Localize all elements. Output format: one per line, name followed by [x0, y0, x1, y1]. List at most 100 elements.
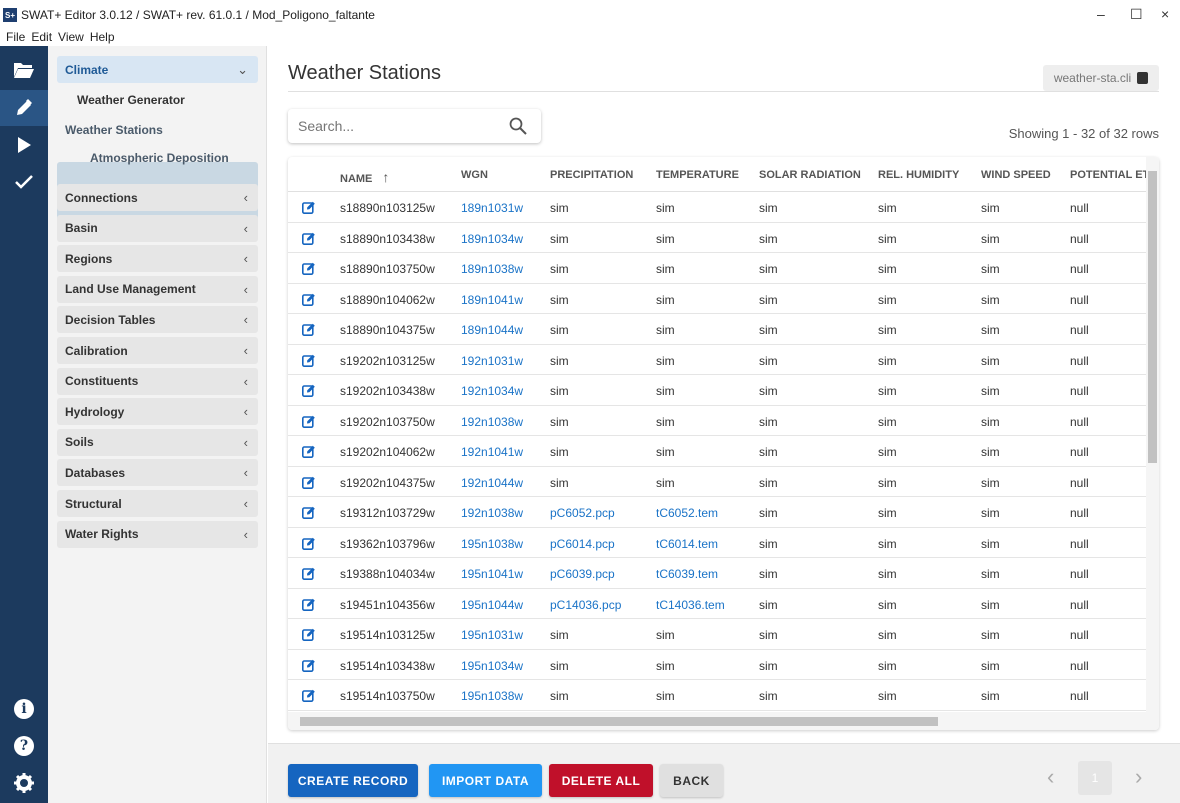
- edit-icon[interactable]: [302, 567, 315, 580]
- nav-weather-generator[interactable]: Weather Generator: [77, 93, 185, 107]
- table-row[interactable]: s19514n103750w 195n1038w sim sim sim sim sim nu…: [288, 680, 1146, 711]
- cell-temperature[interactable]: tC6039.tem: [656, 567, 718, 581]
- cell-precipitation[interactable]: pC6014.pcp: [550, 537, 615, 551]
- edit-pencil-icon[interactable]: [0, 90, 48, 126]
- edit-icon[interactable]: [302, 323, 315, 336]
- column-header-wgn[interactable]: WGN: [461, 169, 488, 181]
- cell-wgn[interactable]: 189n1044w: [461, 323, 523, 337]
- edit-icon[interactable]: [302, 689, 315, 702]
- table-row[interactable]: s19514n103438w 195n1034w sim sim sim sim sim nu…: [288, 650, 1146, 680]
- column-header-solar-radiation[interactable]: SOLAR RADIATION: [759, 169, 861, 181]
- cell-temperature[interactable]: tC14036.tem: [656, 598, 725, 612]
- nav-section-constituents[interactable]: Constituents ‹: [57, 367, 258, 395]
- folder-open-icon[interactable]: [0, 52, 48, 88]
- edit-icon[interactable]: [302, 201, 315, 214]
- cell-wgn[interactable]: 192n1031w: [461, 354, 523, 368]
- file-badge[interactable]: weather-sta.cli: [1043, 65, 1159, 91]
- cell-precipitation[interactable]: pC6052.pcp: [550, 506, 615, 520]
- pager-next-icon[interactable]: ›: [1135, 764, 1142, 790]
- cell-wgn[interactable]: 189n1038w: [461, 262, 523, 276]
- cell-wgn[interactable]: 189n1041w: [461, 293, 523, 307]
- nav-section-calibration[interactable]: Calibration ‹: [57, 337, 258, 364]
- column-header-precipitation[interactable]: PRECIPITATION: [550, 169, 633, 181]
- table-row[interactable]: s18890n103750w 189n1038w sim sim sim sim sim nu…: [288, 253, 1146, 284]
- table-row[interactable]: s19202n103125w 192n1031w sim sim sim sim sim nu…: [288, 345, 1146, 375]
- menu-view[interactable]: View: [58, 30, 84, 46]
- sort-arrow-up-icon[interactable]: ↑: [382, 169, 389, 185]
- cell-wgn[interactable]: 192n1038w: [461, 415, 523, 429]
- edit-icon[interactable]: [302, 232, 315, 245]
- search-icon[interactable]: [509, 117, 527, 135]
- play-icon[interactable]: [0, 127, 48, 163]
- table-row[interactable]: s19202n103750w 192n1038w sim sim sim sim sim nu…: [288, 406, 1146, 436]
- edit-icon[interactable]: [302, 415, 315, 428]
- edit-icon[interactable]: [302, 506, 315, 519]
- table-row[interactable]: s19451n104356w 195n1044w pC14036.pcp tC1403…: [288, 589, 1146, 619]
- pager-prev-icon[interactable]: ‹: [1047, 764, 1054, 790]
- nav-section-regions[interactable]: Regions ‹: [57, 245, 258, 273]
- table-row[interactable]: s19514n103125w 195n1031w sim sim sim sim sim nu…: [288, 619, 1146, 650]
- edit-icon[interactable]: [302, 445, 315, 458]
- cell-wgn[interactable]: 189n1034w: [461, 232, 523, 246]
- info-icon[interactable]: i: [0, 691, 48, 727]
- table-row[interactable]: s19202n104375w 192n1044w sim sim sim sim sim nu…: [288, 467, 1146, 497]
- table-row[interactable]: s19202n104062w 192n1041w sim sim sim sim sim nu…: [288, 436, 1146, 467]
- minimize-button[interactable]: –: [1097, 6, 1105, 22]
- column-header-potential-et[interactable]: POTENTIAL ET: [1070, 169, 1149, 181]
- edit-icon[interactable]: [302, 598, 315, 611]
- nav-section-databases[interactable]: Databases ‹: [57, 459, 258, 487]
- maximize-button[interactable]: ☐: [1130, 6, 1143, 23]
- nav-section-soils[interactable]: Soils ‹: [57, 428, 258, 456]
- edit-icon[interactable]: [302, 537, 315, 550]
- column-header-temperature[interactable]: TEMPERATURE: [656, 169, 739, 181]
- search-input[interactable]: [298, 117, 498, 135]
- create-record-button[interactable]: CREATE RECORD: [288, 764, 418, 797]
- edit-icon[interactable]: [302, 628, 315, 641]
- settings-gear-icon[interactable]: [0, 765, 48, 801]
- cell-wgn[interactable]: 195n1034w: [461, 659, 523, 673]
- column-header-name[interactable]: NAME ↑: [340, 169, 389, 185]
- nav-atmospheric-deposition[interactable]: Atmospheric Deposition: [90, 151, 229, 165]
- nav-climate[interactable]: Climate ⌄: [57, 56, 258, 83]
- cell-wgn[interactable]: 195n1044w: [461, 598, 523, 612]
- menu-edit[interactable]: Edit: [31, 30, 52, 46]
- nav-section-connections[interactable]: Connections ‹: [57, 184, 258, 211]
- cell-wgn[interactable]: 192n1044w: [461, 476, 523, 490]
- table-row[interactable]: s19312n103729w 192n1038w pC6052.pcp tC6052.…: [288, 497, 1146, 528]
- nav-section-hydrology[interactable]: Hydrology ‹: [57, 398, 258, 426]
- nav-section-land-use-management[interactable]: Land Use Management ‹: [57, 275, 258, 303]
- cell-wgn[interactable]: 195n1041w: [461, 567, 523, 581]
- vertical-scrollbar[interactable]: [1146, 157, 1159, 712]
- close-button[interactable]: ×: [1161, 6, 1169, 22]
- edit-icon[interactable]: [302, 659, 315, 672]
- table-row[interactable]: s19388n104034w 195n1041w pC6039.pcp tC6039.…: [288, 558, 1146, 589]
- cell-wgn[interactable]: 189n1031w: [461, 201, 523, 215]
- pager-page[interactable]: 1: [1078, 761, 1112, 795]
- edit-icon[interactable]: [302, 354, 315, 367]
- nav-section-basin[interactable]: Basin ‹: [57, 214, 258, 242]
- column-header-rel-humidity[interactable]: REL. HUMIDITY: [878, 169, 959, 181]
- edit-icon[interactable]: [302, 384, 315, 397]
- edit-icon[interactable]: [302, 293, 315, 306]
- import-data-button[interactable]: IMPORT DATA: [429, 764, 542, 797]
- cell-wgn[interactable]: 195n1038w: [461, 689, 523, 703]
- cell-precipitation[interactable]: pC6039.pcp: [550, 567, 615, 581]
- nav-weather-stations[interactable]: Weather Stations: [65, 123, 163, 137]
- delete-all-button[interactable]: DELETE ALL: [549, 764, 653, 797]
- nav-section-structural[interactable]: Structural ‹: [57, 490, 258, 517]
- table-row[interactable]: s19202n103438w 192n1034w sim sim sim sim sim nu…: [288, 375, 1146, 406]
- column-header-wind-speed[interactable]: WIND SPEED: [981, 169, 1051, 181]
- menu-help[interactable]: Help: [90, 30, 115, 46]
- edit-icon[interactable]: [302, 262, 315, 275]
- table-row[interactable]: s18890n104062w 189n1041w sim sim sim sim sim nu…: [288, 284, 1146, 314]
- cell-temperature[interactable]: tC6052.tem: [656, 506, 718, 520]
- nav-section-decision-tables[interactable]: Decision Tables ‹: [57, 306, 258, 334]
- menu-file[interactable]: File: [6, 30, 25, 46]
- edit-icon[interactable]: [302, 476, 315, 489]
- cell-wgn[interactable]: 195n1038w: [461, 537, 523, 551]
- table-row[interactable]: s18890n103125w 189n1031w sim sim sim sim sim nu…: [288, 192, 1146, 223]
- cell-wgn[interactable]: 195n1031w: [461, 628, 523, 642]
- table-row[interactable]: s18890n104375w 189n1044w sim sim sim sim sim nu…: [288, 314, 1146, 345]
- table-row[interactable]: s18890n103438w 189n1034w sim sim sim sim sim nu…: [288, 223, 1146, 253]
- check-icon[interactable]: [0, 164, 48, 200]
